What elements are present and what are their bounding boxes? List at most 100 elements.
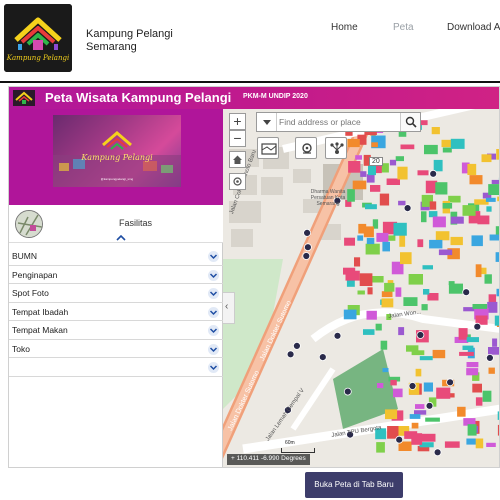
poi-marker-icon[interactable] xyxy=(408,382,417,390)
building-block xyxy=(466,368,479,376)
poi-marker-icon[interactable] xyxy=(304,243,312,252)
poi-marker-icon[interactable] xyxy=(446,378,455,387)
building-block xyxy=(422,265,433,270)
layers-button[interactable] xyxy=(295,137,317,159)
facility-item-bumn[interactable]: BUMN xyxy=(9,247,223,266)
poi-marker-icon[interactable] xyxy=(433,448,442,457)
building-block xyxy=(442,203,453,209)
basemap-gallery-button[interactable] xyxy=(257,137,279,159)
poi-marker-icon[interactable] xyxy=(303,229,311,237)
search-button[interactable] xyxy=(400,113,420,131)
building-block xyxy=(411,350,425,356)
zoom-out-button[interactable]: − xyxy=(229,130,246,147)
poi-marker-icon[interactable] xyxy=(403,204,412,212)
building-block xyxy=(466,337,479,343)
building-block xyxy=(397,166,408,180)
home-button[interactable] xyxy=(229,151,246,168)
poi-marker-icon[interactable] xyxy=(429,169,438,178)
building-block xyxy=(359,273,373,286)
building-block xyxy=(398,200,406,206)
building-block xyxy=(395,287,402,297)
share-button[interactable] xyxy=(325,137,347,159)
site-header: Kampung Pelangi Kampung Pelangi Semarang… xyxy=(0,0,500,80)
chevron-down-icon[interactable] xyxy=(208,269,219,281)
building-block xyxy=(366,237,375,245)
building-block xyxy=(450,138,465,149)
nav-peta[interactable]: Peta xyxy=(393,22,414,33)
building-block xyxy=(387,235,396,241)
poi-marker-icon[interactable] xyxy=(333,331,342,340)
poi-marker-icon[interactable] xyxy=(485,353,494,362)
chevron-down-icon[interactable] xyxy=(208,343,219,355)
site-logo[interactable]: Kampung Pelangi xyxy=(4,4,72,72)
building-block xyxy=(431,127,440,135)
chevron-down-icon[interactable] xyxy=(208,251,219,262)
building-block xyxy=(496,288,499,297)
building-block xyxy=(365,204,377,210)
building-block xyxy=(389,159,397,166)
search-source-dropdown[interactable] xyxy=(257,113,277,131)
building-block xyxy=(475,397,483,406)
basemap-icon xyxy=(261,143,277,155)
poi-marker-icon[interactable] xyxy=(416,331,425,339)
building-block xyxy=(347,139,360,148)
building-block xyxy=(403,297,418,306)
address-search xyxy=(256,112,421,132)
building-block xyxy=(377,383,384,389)
poi-marker-icon[interactable] xyxy=(286,350,295,359)
building-block xyxy=(399,234,406,247)
app-header-bar: Peta Wisata Kampung Pelangi PKM-M UNDIP … xyxy=(9,87,499,109)
poi-marker-icon[interactable] xyxy=(462,288,471,297)
building-block xyxy=(348,161,361,173)
building-block xyxy=(462,205,476,216)
poi-marker-icon[interactable] xyxy=(343,387,352,396)
nav-home[interactable]: Home xyxy=(331,22,358,33)
map-view[interactable]: Jalan Dokter Sutomo Jalan Dokter Sutomo … xyxy=(223,109,499,467)
facility-label: Spot Foto xyxy=(12,288,49,298)
poi-marker-icon[interactable] xyxy=(473,322,482,331)
building-block xyxy=(438,249,453,256)
chevron-down-icon[interactable] xyxy=(208,362,219,373)
building-block xyxy=(489,234,499,241)
nav-download[interactable]: Download A xyxy=(447,22,500,33)
poi-marker-icon[interactable] xyxy=(425,401,434,410)
facility-item-tempat-makan[interactable]: Tempat Makan xyxy=(9,321,223,340)
open-map-new-tab-button[interactable]: Buka Peta di Tab Baru xyxy=(305,472,403,498)
poi-marker-icon[interactable] xyxy=(318,353,327,362)
chevron-down-icon[interactable] xyxy=(208,325,219,336)
facility-item-empty[interactable] xyxy=(9,358,223,377)
building-block xyxy=(357,235,364,241)
building-block xyxy=(421,211,427,223)
caret-down-icon xyxy=(263,120,271,125)
building-block xyxy=(444,441,460,448)
building-block xyxy=(432,216,446,228)
building-block xyxy=(495,252,499,262)
building-block xyxy=(471,235,483,247)
facility-item-tempat-ibadah[interactable]: Tempat Ibadah xyxy=(9,303,223,321)
poi-marker-icon[interactable] xyxy=(302,252,311,260)
zoom-in-button[interactable]: + xyxy=(229,113,246,130)
building-block xyxy=(393,388,403,398)
poi-marker-icon[interactable] xyxy=(395,435,404,444)
facility-item-spot-foto[interactable]: Spot Foto xyxy=(9,284,223,303)
building-block xyxy=(488,184,499,195)
app-subtitle: PKM-M UNDIP 2020 xyxy=(243,93,308,100)
chevron-down-icon[interactable] xyxy=(208,288,219,299)
collapse-up-icon[interactable] xyxy=(116,234,126,243)
building-block xyxy=(371,276,384,283)
locate-button[interactable] xyxy=(229,173,246,190)
building-block xyxy=(435,231,450,241)
panel-collapse-button[interactable]: ‹ xyxy=(223,292,235,324)
building-block xyxy=(384,282,395,292)
building-block xyxy=(467,424,477,436)
building-block xyxy=(400,144,415,150)
facility-item-penginapan[interactable]: Penginapan xyxy=(9,266,223,284)
facility-label: Tempat Ibadah xyxy=(12,306,69,317)
banner-image: Kampung Pelangi @kampungpelangi_smg xyxy=(53,115,181,187)
facility-item-toko[interactable]: Toko xyxy=(9,340,223,358)
building-block xyxy=(475,264,482,278)
poi-marker-icon[interactable] xyxy=(293,341,301,350)
chevron-down-icon[interactable] xyxy=(208,306,219,318)
building-block xyxy=(496,149,499,160)
search-input[interactable] xyxy=(279,115,397,129)
